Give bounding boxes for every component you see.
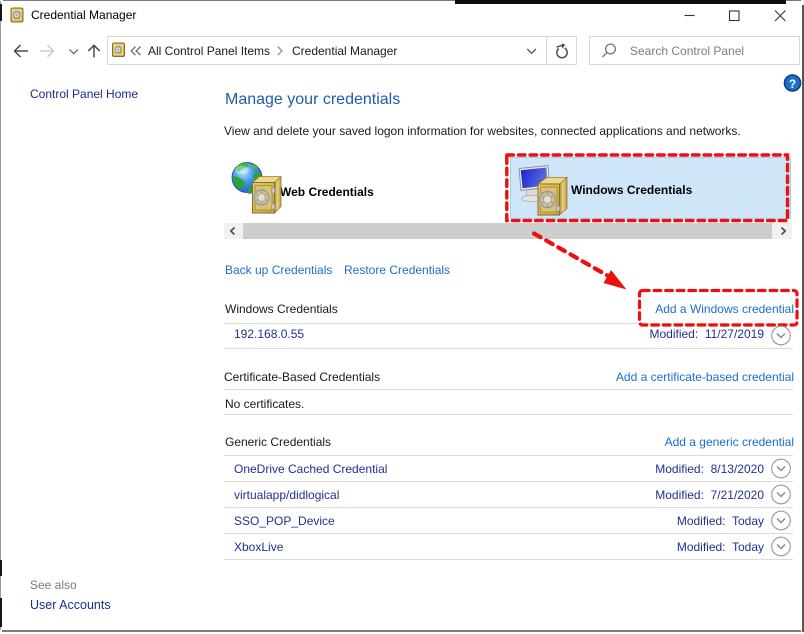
svg-text:?: ? — [789, 79, 796, 91]
